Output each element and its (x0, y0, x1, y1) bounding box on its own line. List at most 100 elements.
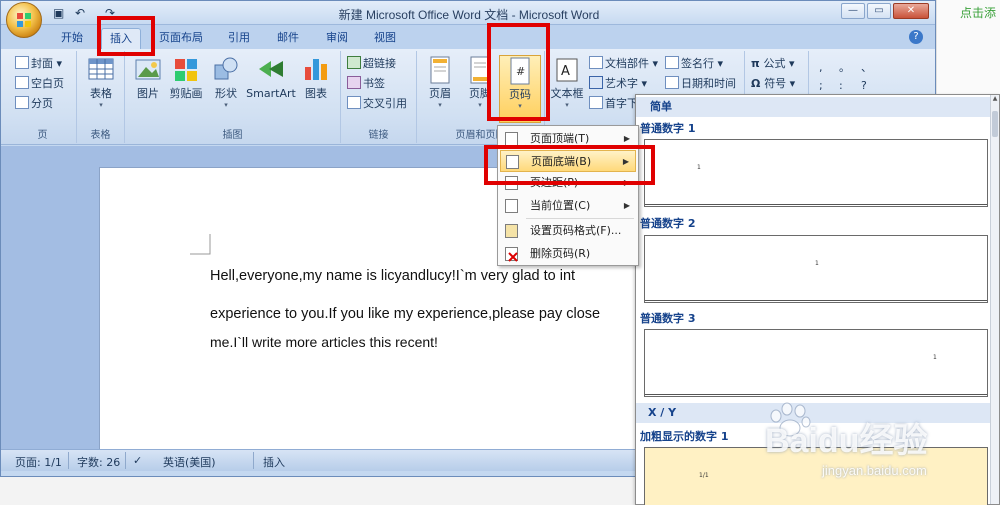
chart-button[interactable]: 图表 (295, 55, 337, 101)
period-symbol[interactable]: 。 (839, 59, 850, 77)
side-link[interactable]: 点击添 (960, 4, 996, 21)
gallery-category-simple: 简单 (636, 97, 992, 117)
pi-icon: π (751, 57, 764, 70)
sample-page-number-xy: 1/1 (699, 472, 709, 479)
page-break-icon (15, 96, 29, 109)
table-button[interactable]: 表格 ▾ (80, 55, 122, 109)
margin-mark-icon (190, 234, 211, 255)
cover-page-button[interactable]: 封面 ▾ (15, 55, 62, 73)
proofing-icon[interactable]: ✓ (133, 454, 142, 467)
gallery-scrollbar[interactable]: ▲ (990, 95, 999, 504)
gallery-item-title-2: 普通数字 2 (640, 217, 696, 230)
format-page-numbers-icon (505, 224, 518, 238)
page-break-button[interactable]: 分页 (15, 95, 53, 113)
help-icon[interactable]: ? (909, 30, 923, 44)
shapes-button[interactable]: 形状 ▾ (205, 55, 247, 109)
status-mode[interactable]: 插入 (263, 454, 285, 470)
picture-label: 图片 (137, 87, 159, 100)
doc-line-3: me.I`ll write more articles this recent! (210, 334, 438, 350)
tab-references[interactable]: 引用 (220, 28, 258, 49)
bookmark-label: 书签 (363, 77, 385, 90)
gallery-item-title-3: 普通数字 3 (640, 312, 696, 325)
date-time-icon (665, 76, 679, 89)
scroll-thumb[interactable] (992, 111, 998, 137)
menu-item-remove-page-numbers[interactable]: 删除页码(R) (500, 243, 636, 265)
close-button[interactable]: ✕ (893, 3, 929, 19)
table-icon (87, 55, 115, 85)
office-button[interactable] (6, 2, 42, 38)
header-button[interactable]: 页眉 ▾ (419, 55, 461, 109)
tab-view[interactable]: 视图 (366, 28, 404, 49)
chart-label: 图表 (305, 87, 327, 100)
comma-symbol[interactable]: , (819, 59, 823, 77)
cross-reference-icon (347, 96, 361, 109)
clipart-button[interactable]: 剪贴画 (165, 55, 207, 101)
pages-group: 封面 ▾ 空白页 分页 页 (9, 51, 77, 143)
menu-item-current-position[interactable]: 当前位置(C) ▶ (500, 195, 636, 217)
hyperlink-button[interactable]: 超链接 (347, 55, 396, 73)
wordart-label: 艺术字 (605, 77, 638, 90)
enum-comma-symbol[interactable]: 、 (861, 59, 872, 77)
signature-line-button[interactable]: 签名行 ▾ (665, 55, 723, 73)
hyperlink-icon (347, 56, 361, 69)
cross-reference-button[interactable]: 交叉引用 (347, 95, 407, 113)
picture-icon (134, 55, 162, 85)
picture-button[interactable]: 图片 (127, 55, 169, 101)
wordart-button[interactable]: 艺术字 ▾ (589, 75, 647, 93)
quick-parts-button[interactable]: 文档部件 ▾ (589, 55, 658, 73)
cover-page-icon (15, 56, 29, 69)
doc-line-2: experience to you.If you like my experie… (210, 306, 601, 322)
top-of-page-icon (505, 132, 518, 146)
shapes-label: 形状 (215, 87, 237, 100)
doc-line-1: Hell,everyone,my name is licyandlucy!I`m… (210, 268, 576, 284)
menu-item-format-page-numbers[interactable]: 设置页码格式(F)... (500, 220, 636, 242)
textbox-label: 文本框 (550, 87, 584, 100)
current-position-label: 当前位置(C) (530, 199, 591, 212)
tables-group-label: 表格 (90, 130, 111, 141)
smartart-button[interactable]: SmartArt (245, 55, 297, 101)
scroll-up-icon[interactable]: ▲ (991, 95, 999, 107)
textbox-button[interactable]: A 文本框 ▾ (545, 55, 589, 109)
tab-home[interactable]: 开始 (53, 28, 91, 49)
bookmark-button[interactable]: 书签 (347, 75, 385, 93)
top-of-page-label: 页面顶端(T) (530, 132, 590, 145)
tables-group: 表格 ▾ 表格 (77, 51, 125, 143)
format-page-numbers-label: 设置页码格式(F)... (530, 224, 622, 237)
drop-cap-icon (589, 96, 603, 109)
status-words[interactable]: 字数: 26 (77, 454, 120, 470)
header-label: 页眉 (429, 87, 451, 100)
current-position-icon (505, 199, 518, 213)
date-time-label: 日期和时间 (681, 77, 736, 90)
gallery-item-title-1: 普通数字 1 (640, 122, 696, 135)
gallery-item-plain-number-3[interactable]: 1 (644, 329, 988, 397)
date-time-button[interactable]: 日期和时间 (665, 75, 736, 93)
watermark-text: Baidu经验 (765, 422, 928, 460)
bookmark-icon (347, 76, 361, 89)
textbox-icon: A (553, 55, 581, 85)
equation-label: 公式 (763, 57, 786, 70)
tab-page-layout[interactable]: 页面布局 (151, 28, 211, 49)
cross-reference-label: 交叉引用 (363, 97, 407, 110)
symbol-label: 符号 (764, 77, 787, 90)
status-page[interactable]: 页面: 1/1 (15, 454, 62, 470)
illustrations-group: 图片 剪贴画 形状 ▾ SmartArt 图表 插图 (125, 51, 341, 143)
gallery-item-plain-number-2[interactable]: 1 (644, 235, 988, 303)
tab-mailings[interactable]: 邮件 (269, 28, 307, 49)
tab-review[interactable]: 审阅 (318, 28, 356, 49)
blank-page-button[interactable]: 空白页 (15, 75, 64, 93)
symbol-button[interactable]: Ω 符号 ▾ (751, 75, 795, 93)
maximize-button[interactable]: ▭ (867, 3, 891, 19)
colon-symbol[interactable]: : (839, 77, 843, 95)
annotation-bottom-of-page (484, 145, 655, 185)
minimize-button[interactable]: — (841, 3, 865, 19)
page-break-label: 分页 (31, 97, 53, 110)
status-language[interactable]: 英语(美国) (163, 454, 216, 470)
annotation-insert-tab (97, 16, 155, 56)
shapes-icon (212, 55, 240, 85)
question-symbol[interactable]: ? (861, 77, 867, 95)
office-logo-icon (17, 13, 31, 27)
gallery-item-plain-number-1[interactable]: 1 (644, 139, 988, 207)
semicolon-symbol[interactable]: ; (819, 77, 823, 95)
menu-separator (526, 218, 634, 219)
equation-button[interactable]: π 公式 ▾ (751, 55, 795, 73)
